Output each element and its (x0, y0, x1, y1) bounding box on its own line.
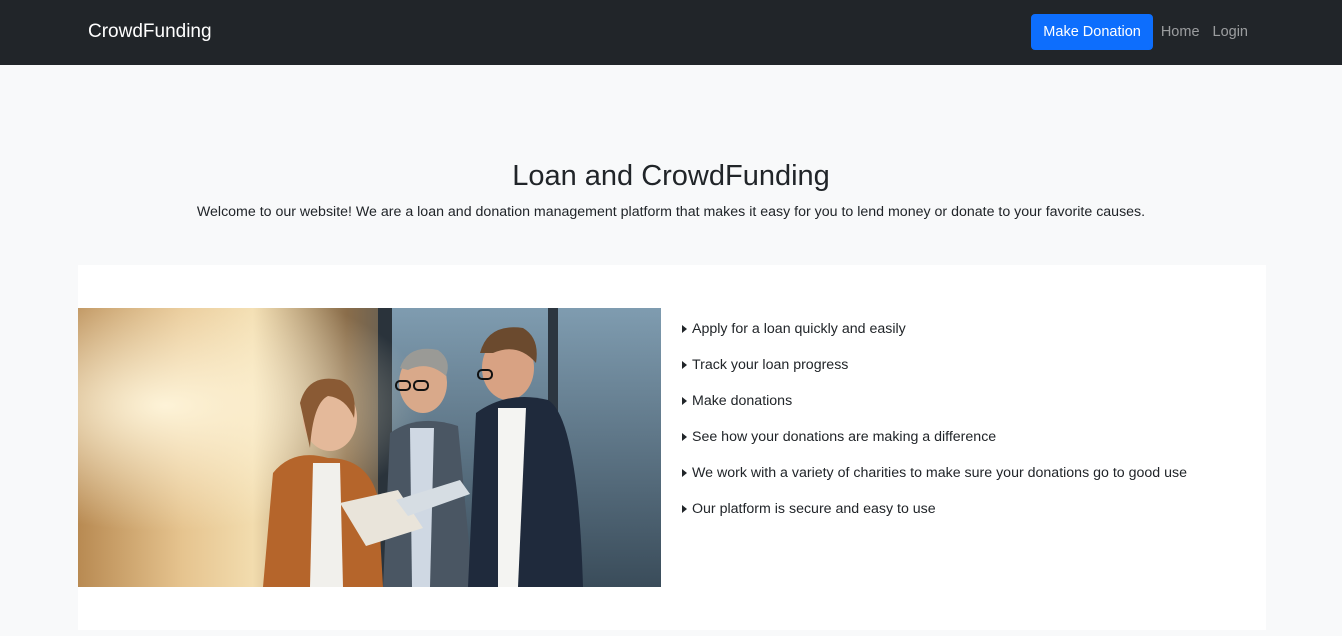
list-item: Our platform is secure and easy to use (682, 491, 1187, 527)
navbar: CrowdFunding Make Donation Home Login (0, 0, 1342, 65)
feature-list: Apply for a loan quickly and easily Trac… (682, 311, 1187, 527)
list-item: Apply for a loan quickly and easily (682, 311, 1187, 347)
list-item: See how your donations are making a diff… (682, 419, 1187, 455)
caret-right-icon (682, 325, 687, 333)
list-item: Make donations (682, 383, 1187, 419)
feature-text: Track your loan progress (692, 357, 849, 373)
feature-text: See how your donations are making a diff… (692, 429, 997, 445)
make-donation-button[interactable]: Make Donation (1031, 14, 1153, 50)
list-item: Track your loan progress (682, 347, 1187, 383)
caret-right-icon (682, 433, 687, 441)
nav-link-home[interactable]: Home (1161, 14, 1200, 50)
feature-text: Make donations (692, 393, 793, 409)
nav-link-login[interactable]: Login (1213, 14, 1248, 50)
caret-right-icon (682, 469, 687, 477)
caret-right-icon (682, 361, 687, 369)
list-item: We work with a variety of charities to m… (682, 455, 1187, 491)
page-subtitle: Welcome to our website! We are a loan an… (196, 204, 1146, 220)
caret-right-icon (682, 397, 687, 405)
brand-logo[interactable]: CrowdFunding (88, 20, 212, 44)
feature-text: Our platform is secure and easy to use (692, 501, 936, 517)
nav-actions: Make Donation Home Login (1031, 14, 1248, 50)
feature-text: We work with a variety of charities to m… (692, 465, 1187, 481)
business-people-image (78, 308, 661, 587)
feature-text: Apply for a loan quickly and easily (692, 321, 906, 337)
features-card: Apply for a loan quickly and easily Trac… (78, 265, 1266, 630)
page-title: Loan and CrowdFunding (512, 160, 830, 192)
caret-right-icon (682, 505, 687, 513)
